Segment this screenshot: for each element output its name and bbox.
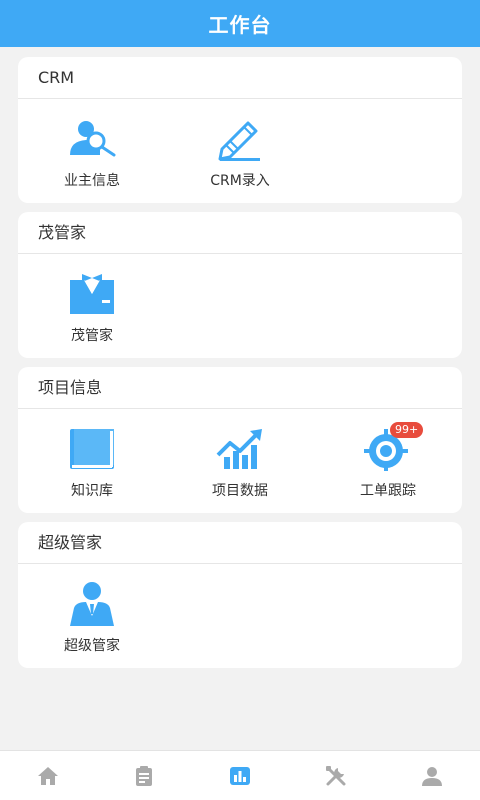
tab-home[interactable] xyxy=(0,751,96,800)
section-super-butler: 超级管家 超级管家 xyxy=(18,522,462,668)
butler-icon xyxy=(66,272,118,316)
target-track-icon: 99+ xyxy=(362,422,424,471)
tile-label: 茂管家 xyxy=(71,328,113,344)
book-icon xyxy=(66,427,118,471)
tile-super-butler[interactable]: 超级管家 xyxy=(18,564,166,667)
section-mao-butler: 茂管家 茂管家 xyxy=(18,212,462,358)
page-title: 工作台 xyxy=(208,13,272,37)
section-title: 项目信息 xyxy=(18,367,462,409)
home-icon xyxy=(38,766,58,785)
tools-icon xyxy=(326,765,346,785)
section-crm: CRM 业主信息 CRM录入 xyxy=(18,57,462,203)
bar-chart-icon xyxy=(230,766,250,785)
tile-label: 知识库 xyxy=(71,483,113,499)
bottom-tab-bar xyxy=(0,750,480,800)
tile-label: 项目数据 xyxy=(212,483,268,499)
tab-workbench[interactable] xyxy=(192,751,288,800)
tile-label: 业主信息 xyxy=(64,173,120,189)
tile-owner-info[interactable]: 业主信息 xyxy=(18,99,166,202)
section-title: 超级管家 xyxy=(18,522,462,564)
tab-profile[interactable] xyxy=(384,751,480,800)
section-title: CRM xyxy=(18,57,462,99)
tile-label: 工单跟踪 xyxy=(360,483,416,499)
tile-mao-butler[interactable]: 茂管家 xyxy=(18,254,166,357)
tile-label: CRM录入 xyxy=(210,173,270,189)
tile-label: 超级管家 xyxy=(64,638,120,654)
tab-notes[interactable] xyxy=(96,751,192,800)
app-header: 工作台 xyxy=(0,0,480,47)
notification-badge: 99+ xyxy=(390,422,424,438)
tab-tools[interactable] xyxy=(288,751,384,800)
tile-project-data[interactable]: 项目数据 xyxy=(166,409,314,512)
growth-chart-icon xyxy=(214,427,266,471)
section-project-info: 项目信息 知识库 项目数据 99+ 工单跟踪 xyxy=(18,367,462,513)
tile-knowledge-base[interactable]: 知识库 xyxy=(18,409,166,512)
tile-work-order-tracking[interactable]: 99+ 工单跟踪 xyxy=(314,409,462,512)
section-title: 茂管家 xyxy=(18,212,462,254)
super-butler-icon xyxy=(66,582,118,626)
owner-search-icon xyxy=(66,117,118,161)
clipboard-icon xyxy=(136,765,152,786)
tile-crm-entry[interactable]: CRM录入 xyxy=(166,99,314,202)
user-icon xyxy=(422,766,442,786)
pencil-entry-icon xyxy=(214,117,266,161)
